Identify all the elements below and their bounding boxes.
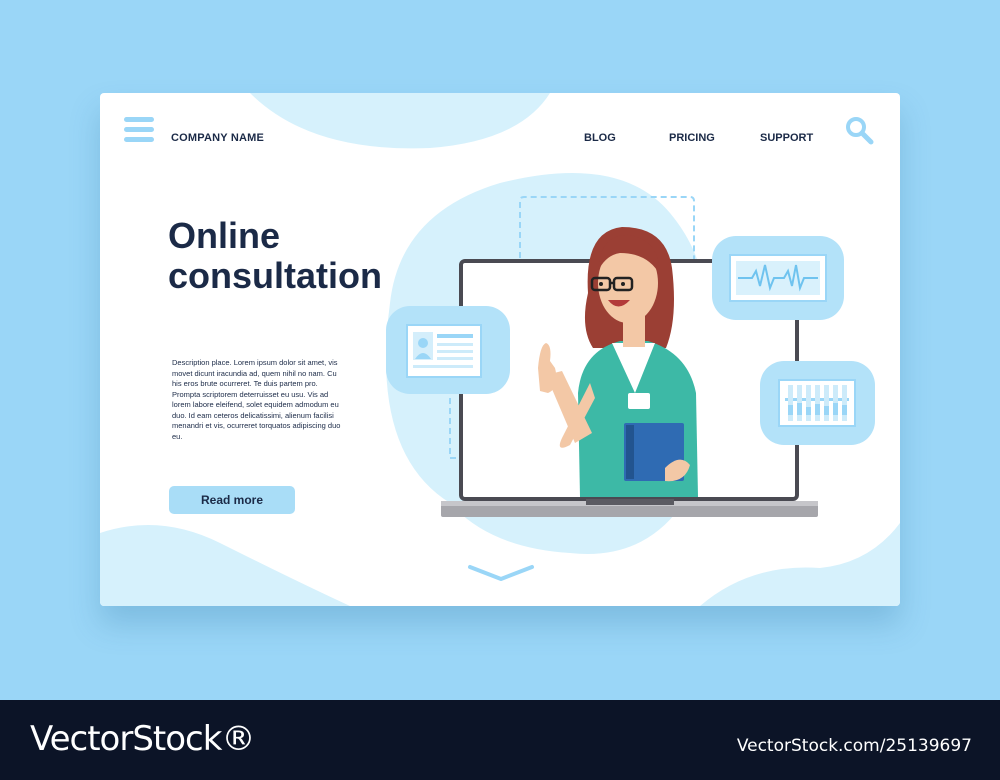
heartbeat-icon	[712, 236, 844, 320]
watermark-url: VectorStock.com/25139697	[736, 736, 972, 756]
doctor-consultation-illustration	[386, 196, 875, 517]
chevron-down-icon[interactable]	[466, 563, 536, 585]
test-tubes-icon	[760, 361, 875, 445]
watermark-bar: VectorStock® VectorStock.com/25139697	[0, 700, 1000, 780]
watermark-brand: VectorStock®	[30, 719, 255, 759]
landing-page: COMPANY NAME BLOG PRICING SUPPORT Online…	[100, 93, 900, 606]
id-card-icon	[386, 306, 510, 394]
